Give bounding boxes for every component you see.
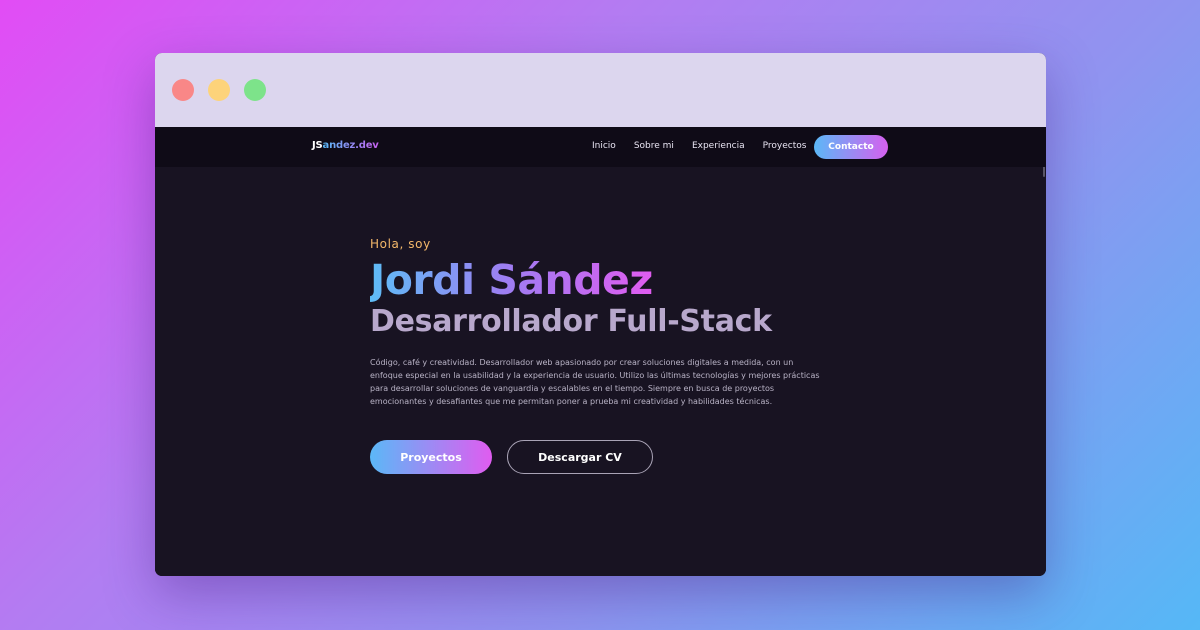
window-titlebar — [155, 53, 1046, 127]
hero-buttons: Proyectos Descargar CV — [370, 440, 653, 474]
page-viewport: JSandez.dev Inicio Sobre mi Experiencia … — [155, 127, 1046, 576]
hero-role: Desarrollador Full-Stack — [370, 304, 772, 339]
navbar: JSandez.dev Inicio Sobre mi Experiencia … — [155, 127, 1046, 167]
nav-links: Inicio Sobre mi Experiencia Proyectos — [592, 141, 806, 151]
site-logo[interactable]: JSandez.dev — [312, 140, 379, 151]
hero-section: Hola, soy Jordi Sández Desarrollador Ful… — [370, 237, 830, 408]
logo-suffix: andez.dev — [322, 140, 379, 151]
nav-link-proyectos[interactable]: Proyectos — [763, 141, 807, 151]
close-icon[interactable] — [172, 79, 194, 101]
minimize-icon[interactable] — [208, 79, 230, 101]
nav-link-sobre-mi[interactable]: Sobre mi — [634, 141, 674, 151]
maximize-icon[interactable] — [244, 79, 266, 101]
nav-link-inicio[interactable]: Inicio — [592, 141, 616, 151]
logo-prefix: JS — [312, 140, 323, 151]
hero-name: Jordi Sández — [370, 256, 653, 304]
browser-window: JSandez.dev Inicio Sobre mi Experiencia … — [155, 53, 1046, 576]
hero-bio: Código, café y creatividad. Desarrollado… — [370, 358, 820, 406]
nav-link-experiencia[interactable]: Experiencia — [692, 141, 745, 151]
projects-button[interactable]: Proyectos — [370, 440, 492, 474]
download-cv-button[interactable]: Descargar CV — [507, 440, 653, 474]
hero-greeting: Hola, soy — [370, 237, 431, 251]
contact-button[interactable]: Contacto — [814, 135, 888, 159]
